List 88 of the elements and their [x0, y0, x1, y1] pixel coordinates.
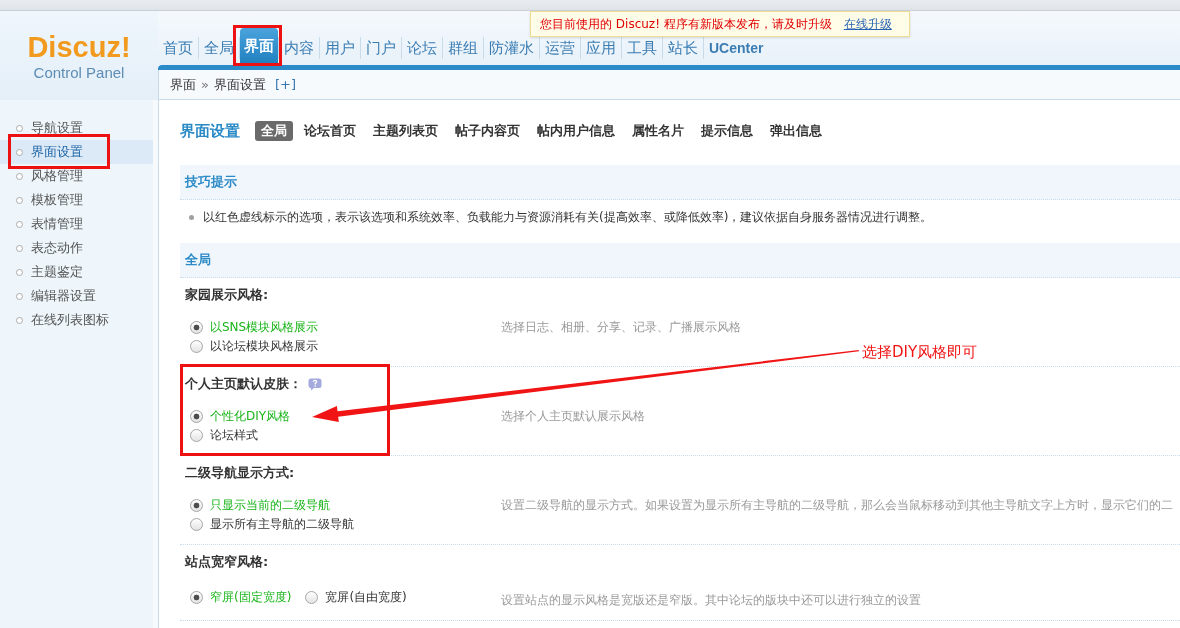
sidebar-item[interactable]: 风格管理 [0, 164, 153, 188]
setting-label: 家园展示风格: [185, 286, 269, 304]
nav-tab[interactable]: 全局 [199, 36, 239, 60]
radio-button[interactable] [190, 518, 203, 531]
page-tab[interactable]: 全局 [255, 121, 293, 141]
logo-subtitle: Control Panel [33, 64, 125, 82]
page-tab[interactable]: 帖子内容页 [449, 121, 526, 141]
page-tab[interactable]: 弹出信息 [764, 121, 828, 141]
notice-text: 您目前使用的 Discuz! 程序有新版本发布，请及时升级 [540, 15, 832, 33]
bullet-icon [16, 244, 23, 252]
bullet-icon [189, 215, 194, 220]
bullet-icon [16, 316, 23, 324]
breadcrumb-item: 界面设置 [213, 75, 266, 94]
logo-text: Discuz! [27, 32, 131, 62]
setting-description: 选择日志、相册、分享、记录、广播展示风格 [501, 319, 741, 336]
nav-tab[interactable]: 内容 [279, 36, 319, 60]
sidebar-item[interactable]: 模板管理 [0, 188, 153, 212]
sidebar-item-label: 界面设置 [31, 143, 83, 161]
nav-tab[interactable]: 运营 [540, 36, 580, 60]
option-label[interactable]: 个性化DIY风格 [210, 408, 291, 425]
radio-button[interactable] [190, 340, 203, 353]
help-icon[interactable] [308, 377, 322, 391]
setting-label: 站点宽窄风格: [185, 553, 269, 571]
page-title: 界面设置 [180, 121, 240, 141]
bullet-icon [16, 292, 23, 300]
add-shortcut-link[interactable]: [+] [274, 77, 296, 92]
page-tab[interactable]: 论坛首页 [298, 121, 362, 141]
page-tab[interactable]: 属性名片 [626, 121, 690, 141]
sidebar-item[interactable]: 导航设置 [0, 116, 153, 140]
setting-label: 二级导航显示方式: [185, 464, 295, 482]
nav-tab[interactable]: 应用 [581, 36, 621, 60]
option-label[interactable]: 以SNS模块风格展示 [210, 319, 319, 336]
section-header: 全局 [180, 243, 1180, 278]
sidebar-item[interactable]: 界面设置 [0, 140, 153, 164]
sidebar-item-label: 模板管理 [31, 191, 83, 209]
option-label[interactable]: 显示所有主导航的二级导航 [210, 516, 354, 533]
bullet-icon [16, 148, 23, 156]
setting-description: 设置二级导航的显示方式。如果设置为显示所有主导航的二级导航，那么会当鼠标移动到其他主导航文字上方时，显示它们的二 [501, 497, 1173, 514]
nav-tab[interactable]: 论坛 [402, 36, 442, 60]
bullet-icon [16, 220, 23, 228]
breadcrumb-item: 界面 [170, 75, 196, 94]
radio-button[interactable] [190, 499, 203, 512]
nav-tab[interactable]: 用户 [320, 36, 360, 60]
radio-button[interactable] [190, 429, 203, 442]
setting-label: 个人主页默认皮肤： [185, 375, 302, 393]
radio-button[interactable] [305, 591, 319, 604]
option-label[interactable]: 窄屏(固定宽度) [210, 589, 292, 606]
sidebar-item-label: 在线列表图标 [31, 311, 109, 329]
option-label[interactable]: 宽屏(自由宽度) [325, 589, 407, 606]
radio-button[interactable] [190, 321, 203, 334]
radio-button[interactable] [190, 591, 203, 604]
sidebar-item-label: 导航设置 [31, 119, 83, 137]
bullet-icon [16, 196, 23, 204]
radio-button[interactable] [190, 410, 203, 423]
bullet-icon [16, 268, 23, 276]
nav-tab[interactable]: 门户 [361, 36, 401, 60]
option-label[interactable]: 论坛样式 [210, 427, 258, 444]
page-tab[interactable]: 主题列表页 [367, 121, 444, 141]
breadcrumb-separator: » [201, 77, 209, 92]
tip-text: 以红色虚线标示的选项，表示该选项和系统效率、负载能力与资源消耗有关(提高效率、或降低效率)，建议依据自身服务器情况进行调整。 [203, 209, 933, 226]
annotation-note: 选择DIY风格即可 [862, 343, 978, 361]
nav-tab[interactable]: 界面 [240, 28, 278, 65]
bullet-icon [16, 124, 23, 132]
sidebar-item[interactable]: 在线列表图标 [0, 308, 153, 332]
bullet-icon [16, 172, 23, 180]
sidebar-item[interactable]: 主题鉴定 [0, 260, 153, 284]
setting-description: 选择个人主页默认展示风格 [501, 408, 645, 425]
nav-tab[interactable]: 防灌水 [484, 36, 539, 60]
sidebar-item-label: 编辑器设置 [31, 287, 96, 305]
nav-tab[interactable]: UCenter [704, 36, 769, 60]
sidebar-item-label: 表情管理 [31, 215, 83, 233]
sidebar-item[interactable]: 表情管理 [0, 212, 153, 236]
section-header: 技巧提示 [180, 165, 1180, 200]
sidebar-item-label: 风格管理 [31, 167, 83, 185]
setting-description: 设置站点的显示风格是宽版还是窄版。其中论坛的版块中还可以进行独立的设置 [501, 592, 921, 609]
page-tab[interactable]: 帖内用户信息 [531, 121, 621, 141]
sidebar-item[interactable]: 表态动作 [0, 236, 153, 260]
option-label[interactable]: 只显示当前的二级导航 [210, 497, 330, 514]
nav-tab[interactable]: 工具 [622, 36, 662, 60]
upgrade-link[interactable]: 在线升级 [843, 15, 892, 33]
sidebar-item-label: 主题鉴定 [31, 263, 83, 281]
nav-tab[interactable]: 站长 [663, 36, 703, 60]
sidebar-item[interactable]: 编辑器设置 [0, 284, 153, 308]
sidebar-item-label: 表态动作 [31, 239, 83, 257]
nav-tab[interactable]: 首页 [158, 36, 198, 60]
page-tab[interactable]: 提示信息 [695, 121, 759, 141]
option-label[interactable]: 以论坛模块风格展示 [210, 338, 318, 355]
nav-tab[interactable]: 群组 [443, 36, 483, 60]
